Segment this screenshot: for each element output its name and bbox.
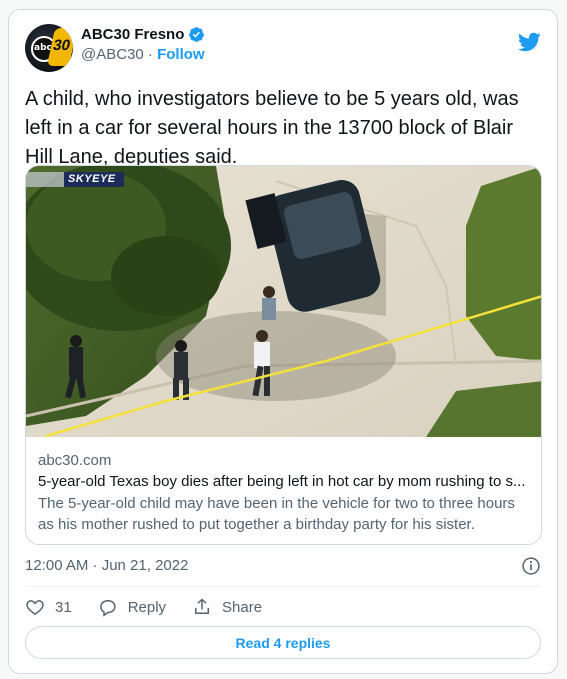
link-preview-card[interactable]: SKYEYE abc30.com 5-year-old Texas boy di… [25,165,542,545]
tweet-timestamp[interactable]: 12:00 AM · Jun 21, 2022 [25,557,188,574]
share-button[interactable]: Share [192,597,262,617]
author-names: ABC30 Fresno @ABC30 · Follow [81,26,205,63]
link-title[interactable]: 5-year-old Texas boy dies after being le… [38,471,533,493]
author-display-name-row[interactable]: ABC30 Fresno [81,26,205,43]
link-description: The 5-year-old child may have been in th… [38,495,515,533]
avatar-logo-number-badge: 30 [46,28,73,66]
read-replies-button[interactable]: Read 4 replies [25,626,541,659]
share-icon [195,598,210,614]
info-icon[interactable] [521,556,541,576]
reply-bubble-icon [99,600,116,617]
aerial-scene-image [26,166,541,437]
author-display-name[interactable]: ABC30 Fresno [81,26,184,43]
reply-label: Reply [127,598,167,616]
tweet-text: A child, who investigators believe to be… [25,88,519,168]
article-photo[interactable]: SKYEYE [26,166,541,437]
heart-icon [26,600,44,615]
actions-divider [25,586,541,587]
author-handle-row: @ABC30 · Follow [81,46,205,63]
skyeye-watermark: SKYEYE [68,173,116,185]
tweet-header: abc 30 ABC30 Fresno @ABC30 · Follow [25,24,541,72]
reply-button[interactable]: Reply [98,597,166,617]
avatar[interactable]: abc 30 [25,24,73,72]
author-handle[interactable]: @ABC30 [81,46,144,63]
tweet-card: abc 30 ABC30 Fresno @ABC30 · Follow A ch… [8,9,558,674]
tweet-actions: 31 Reply Share [25,594,288,620]
twitter-bird-icon[interactable] [517,30,541,54]
like-count: 31 [55,598,72,616]
like-button[interactable]: 31 [25,597,72,617]
link-meta[interactable]: abc30.com 5-year-old Texas boy dies afte… [38,451,533,535]
link-domain: abc30.com [38,452,112,469]
handle-separator: · [143,46,158,63]
avatar-logo-number: 30 [51,37,72,54]
follow-button[interactable]: Follow [157,46,205,63]
verified-badge-icon [189,27,205,42]
share-label: Share [222,598,263,616]
